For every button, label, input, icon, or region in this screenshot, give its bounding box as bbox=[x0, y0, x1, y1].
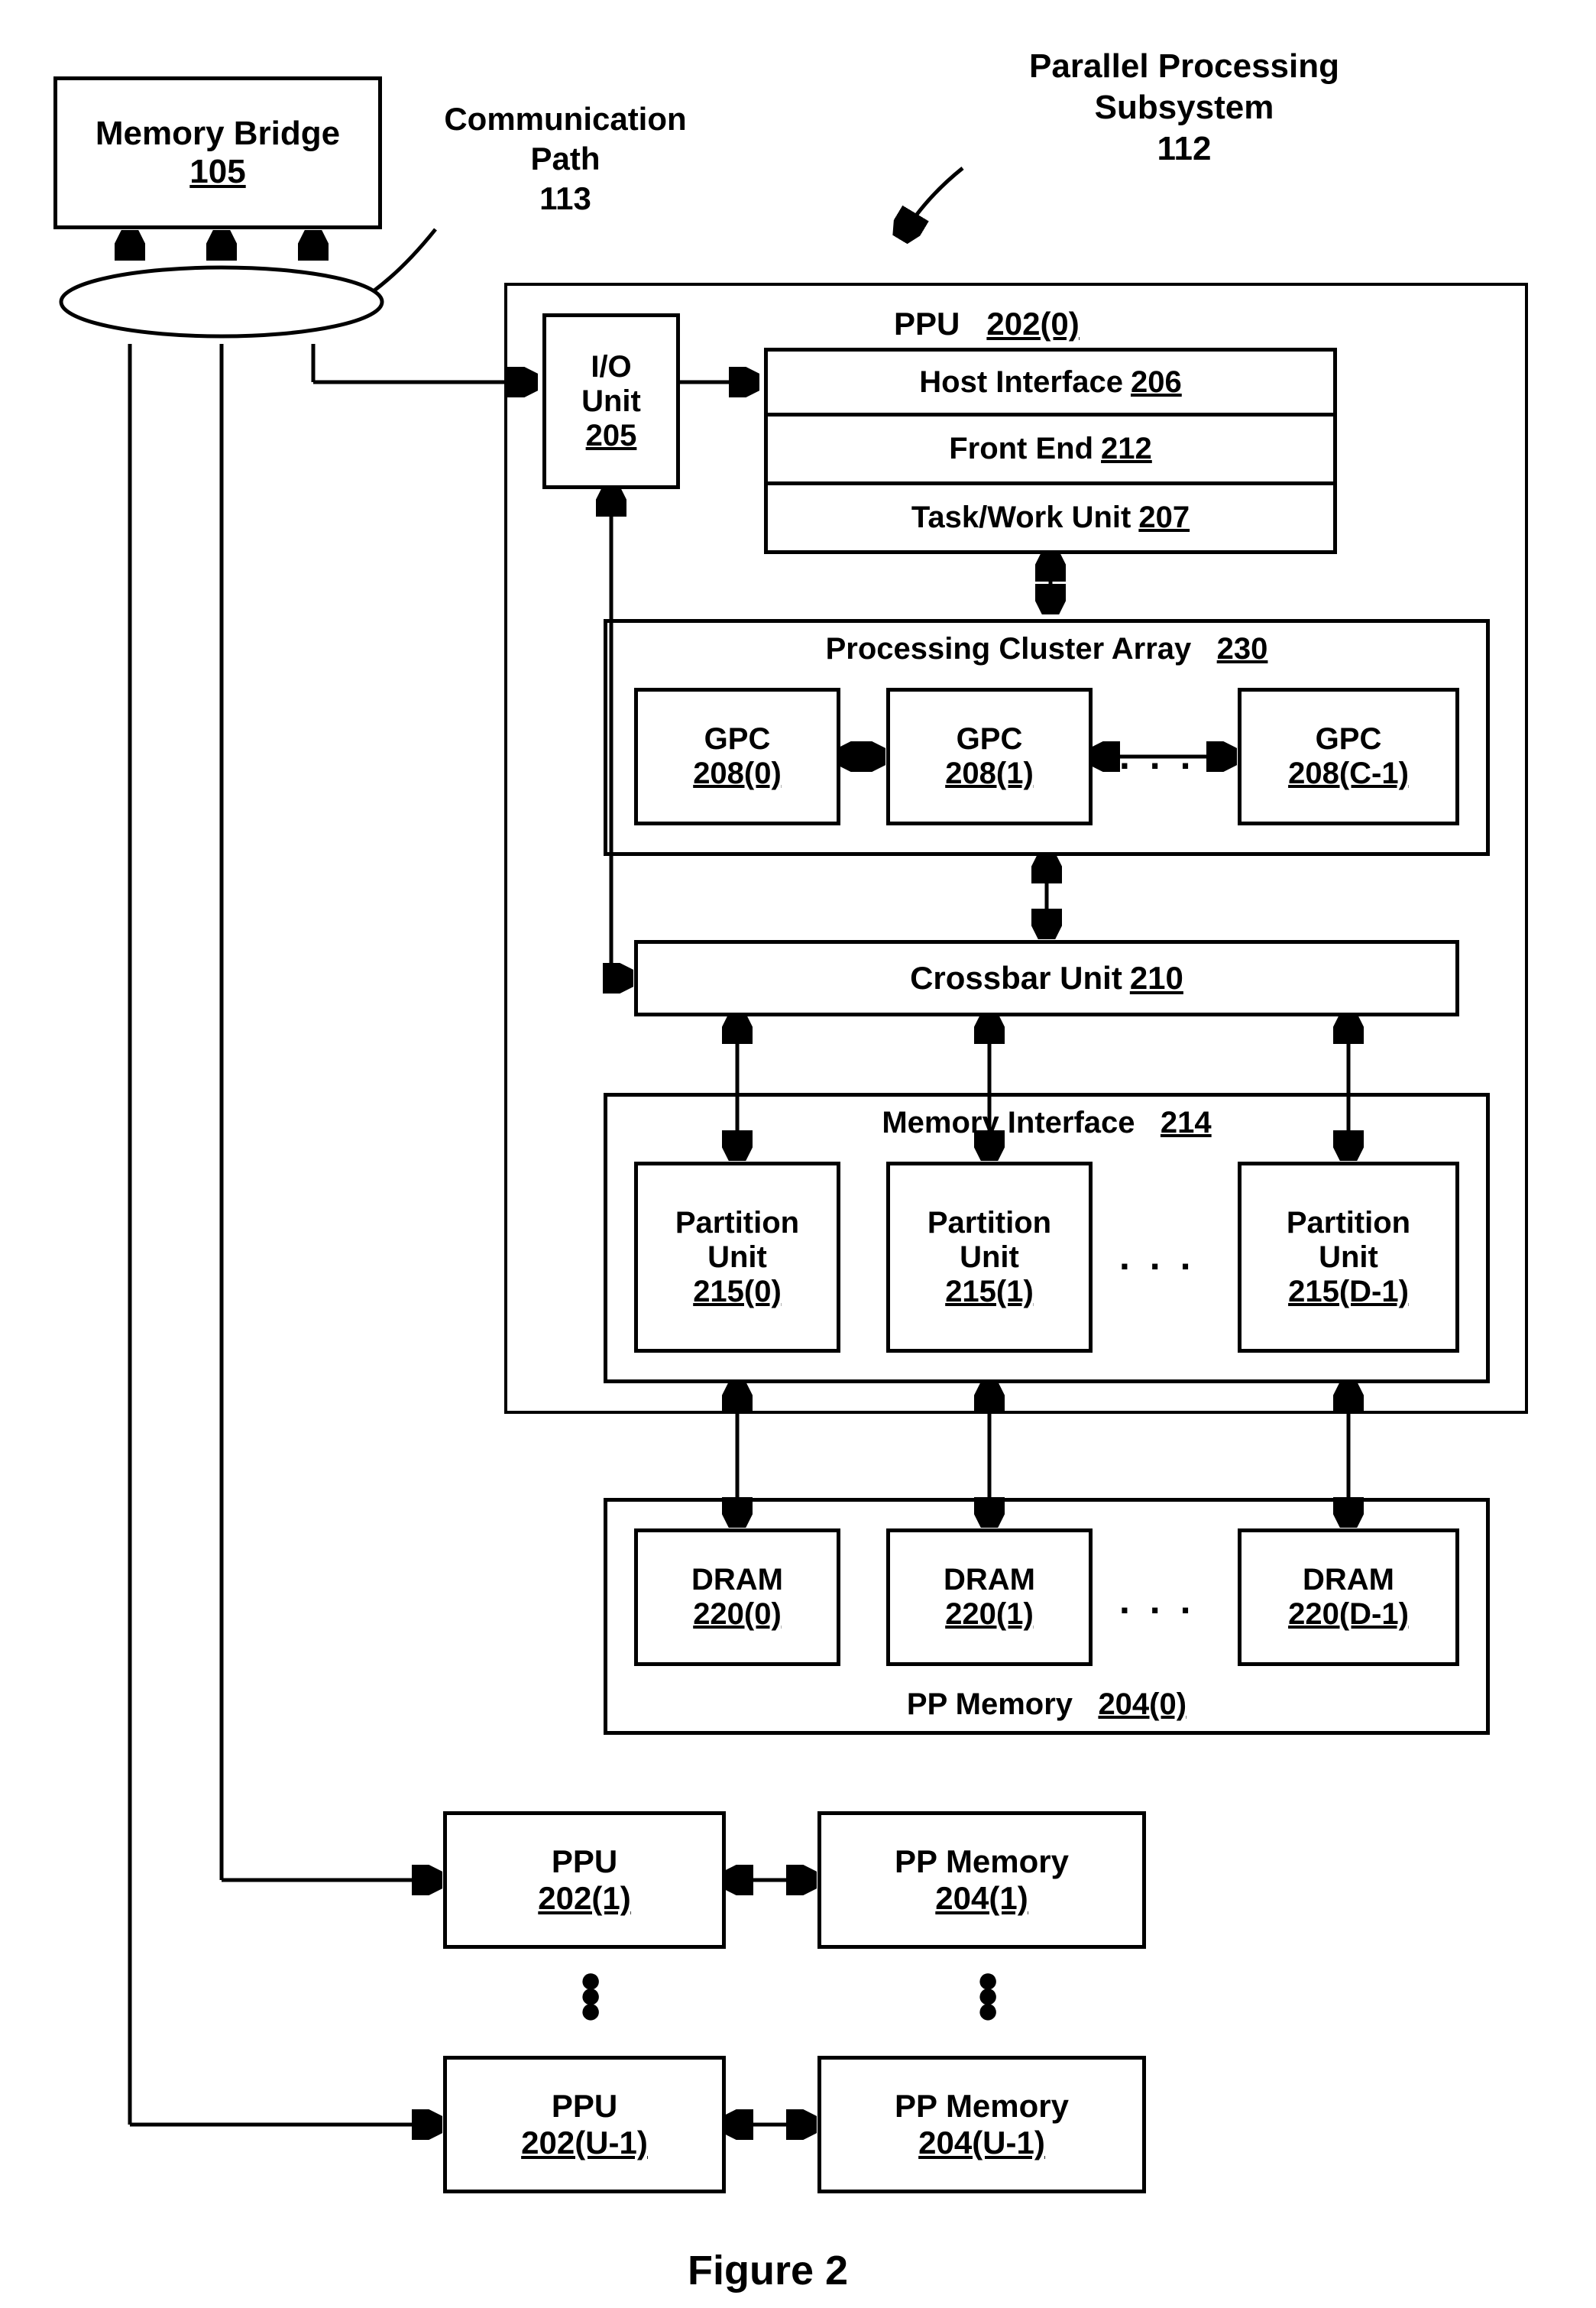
front-end-title: Front End bbox=[949, 432, 1093, 466]
gpc1-block: GPC 208(1) bbox=[886, 688, 1093, 825]
dramD-title: DRAM bbox=[1303, 1563, 1394, 1597]
pu1-block: Partition Unit 215(1) bbox=[886, 1162, 1093, 1353]
crossbar-title: Crossbar Unit bbox=[910, 960, 1122, 997]
figure-caption: Figure 2 bbox=[688, 2247, 848, 2294]
pu0-block: Partition Unit 215(0) bbox=[634, 1162, 840, 1353]
dram1-block: DRAM 220(1) bbox=[886, 1528, 1093, 1666]
comm-path-ref: 113 bbox=[428, 179, 703, 219]
ppuU-block: PPU 202(U-1) bbox=[443, 2056, 726, 2193]
io-unit-block: I/O Unit 205 bbox=[542, 313, 680, 489]
task-work-block: Task/Work Unit 207 bbox=[764, 485, 1337, 554]
ppmem1-block: PP Memory 204(1) bbox=[817, 1811, 1146, 1949]
dramD-block: DRAM 220(D-1) bbox=[1238, 1528, 1459, 1666]
dram1-title: DRAM bbox=[944, 1563, 1035, 1597]
pu0-ref: 215(0) bbox=[693, 1275, 782, 1309]
io-unit-ref: 205 bbox=[586, 419, 637, 453]
dram0-block: DRAM 220(0) bbox=[634, 1528, 840, 1666]
ppuU-title: PPU bbox=[552, 2088, 617, 2125]
subsystem-label: Parallel Processing Subsystem 112 bbox=[986, 46, 1383, 170]
host-interface-block: Host Interface 206 bbox=[764, 348, 1337, 417]
io-unit-title2: Unit bbox=[581, 384, 641, 419]
comm-path-title2: Path bbox=[428, 139, 703, 179]
memory-bridge-block: Memory Bridge 105 bbox=[53, 76, 382, 229]
ppu0-title: PPU bbox=[894, 306, 960, 342]
crossbar-block: Crossbar Unit 210 bbox=[634, 940, 1459, 1016]
pu0-title2: Unit bbox=[707, 1240, 767, 1275]
ppu-vdots: ●●● bbox=[579, 1972, 602, 2018]
pu1-title1: Partition bbox=[927, 1206, 1051, 1240]
gpc0-ref: 208(0) bbox=[693, 757, 782, 791]
puD-ref: 215(D-1) bbox=[1288, 1275, 1409, 1309]
ppu0-ref: 202(0) bbox=[986, 306, 1079, 342]
comm-path-label: Communication Path 113 bbox=[428, 99, 703, 219]
ppmem0-title: PP Memory bbox=[907, 1687, 1073, 1721]
dramD-ref: 220(D-1) bbox=[1288, 1597, 1409, 1632]
gpc1-title: GPC bbox=[957, 722, 1023, 757]
puD-block: Partition Unit 215(D-1) bbox=[1238, 1162, 1459, 1353]
gpc1-ref: 208(1) bbox=[945, 757, 1034, 791]
crossbar-ref: 210 bbox=[1130, 960, 1183, 997]
gpc0-title: GPC bbox=[704, 722, 771, 757]
task-work-ref: 207 bbox=[1138, 501, 1190, 535]
dram-ellipsis: . . . bbox=[1119, 1578, 1195, 1622]
gpc0-block: GPC 208(0) bbox=[634, 688, 840, 825]
ppmemU-ref: 204(U-1) bbox=[918, 2125, 1045, 2161]
ppu1-block: PPU 202(1) bbox=[443, 1811, 726, 1949]
memif-title: Memory Interface bbox=[882, 1106, 1135, 1139]
ppmem-vdots: ●●● bbox=[976, 1972, 999, 2018]
ppmem1-ref: 204(1) bbox=[935, 1880, 1028, 1917]
dram0-title: DRAM bbox=[691, 1563, 783, 1597]
puD-title1: Partition bbox=[1287, 1206, 1410, 1240]
subsystem-title2: Subsystem bbox=[986, 87, 1383, 128]
puD-title2: Unit bbox=[1319, 1240, 1378, 1275]
memory-bridge-title: Memory Bridge bbox=[96, 115, 340, 153]
ppmem0-ref: 204(0) bbox=[1098, 1687, 1186, 1721]
memif-ref: 214 bbox=[1161, 1106, 1212, 1139]
gpcC-block: GPC 208(C-1) bbox=[1238, 688, 1459, 825]
ppmemU-block: PP Memory 204(U-1) bbox=[817, 2056, 1146, 2193]
ppu1-title: PPU bbox=[552, 1843, 617, 1880]
gpcC-ref: 208(C-1) bbox=[1288, 757, 1409, 791]
ppmem1-title: PP Memory bbox=[895, 1843, 1069, 1880]
gpcC-title: GPC bbox=[1316, 722, 1382, 757]
pca-ref: 230 bbox=[1217, 632, 1268, 666]
memory-bridge-ref: 105 bbox=[189, 153, 245, 191]
ppmem0-title-row: PP Memory 204(0) bbox=[907, 1687, 1186, 1722]
ppmemU-title: PP Memory bbox=[895, 2088, 1069, 2125]
memif-title-row: Memory Interface 214 bbox=[882, 1106, 1211, 1140]
comm-path-title1: Communication bbox=[428, 99, 703, 139]
gpc-ellipsis: . . . bbox=[1119, 734, 1195, 778]
pu0-title1: Partition bbox=[675, 1206, 799, 1240]
ppuU-ref: 202(U-1) bbox=[521, 2125, 648, 2161]
front-end-block: Front End 212 bbox=[764, 417, 1337, 485]
task-work-title: Task/Work Unit bbox=[911, 501, 1131, 535]
pu1-ref: 215(1) bbox=[945, 1275, 1034, 1309]
dram1-ref: 220(1) bbox=[945, 1597, 1034, 1632]
io-unit-title1: I/O bbox=[591, 350, 631, 384]
pu1-title2: Unit bbox=[960, 1240, 1019, 1275]
subsystem-ref: 112 bbox=[986, 128, 1383, 170]
host-interface-ref: 206 bbox=[1131, 365, 1182, 400]
host-interface-title: Host Interface bbox=[919, 365, 1123, 400]
subsystem-title1: Parallel Processing bbox=[986, 46, 1383, 87]
pu-ellipsis: . . . bbox=[1119, 1234, 1195, 1279]
pca-title: Processing Cluster Array bbox=[826, 632, 1192, 666]
dram0-ref: 220(0) bbox=[693, 1597, 782, 1632]
front-end-ref: 212 bbox=[1101, 432, 1152, 466]
pca-title-row: Processing Cluster Array 230 bbox=[826, 632, 1268, 666]
ppu1-ref: 202(1) bbox=[538, 1880, 630, 1917]
ppu0-title-row: PPU 202(0) bbox=[894, 306, 1080, 342]
